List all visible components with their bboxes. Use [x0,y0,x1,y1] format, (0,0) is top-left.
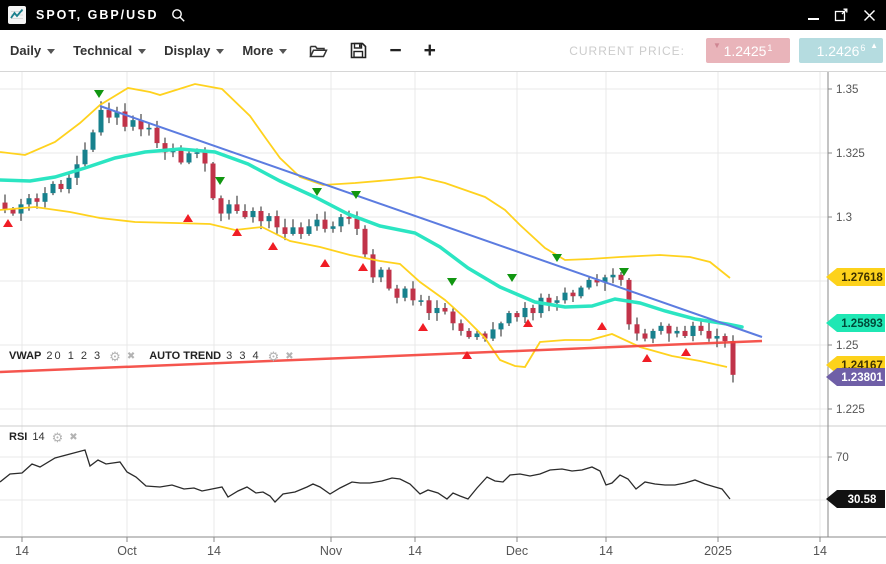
price-badge-value: 30.58 [848,494,877,506]
buy-signal-triangle-icon [642,354,652,362]
indicator-label-vwap: VWAP 20 1 2 3 ⚙ ✖ AUTO TREND 3 3 4 ⚙ ✖ [9,350,294,362]
minimize-button[interactable] [806,8,820,22]
time-axis-label: 14 [408,544,422,558]
rsi-params: 14 [32,431,44,443]
chevron-down-icon [216,49,224,54]
moving-average-line [0,149,742,327]
open-folder-icon[interactable] [309,43,328,59]
buy-signal-triangle-icon [358,263,368,271]
time-axis-label: 14 [813,544,827,558]
vwap-name: VWAP [9,350,41,362]
chart-canvas[interactable]: 1.35 1.325 1.3 1.25 1.225 70 14 Oct 14 Nov 14 Dec 14… [0,71,886,564]
rsi-line [0,450,730,502]
zoom-out-button[interactable]: − [389,41,401,61]
buy-signal-triangle-icon [268,242,278,250]
autotrend-params: 3 3 4 [226,350,260,362]
ask-price-badge: 1.24266 ▲ [799,38,883,63]
menu-technical-label: Technical [73,43,132,58]
time-axis-label: 14 [207,544,221,558]
autotrend-name: AUTO TREND [149,350,221,362]
chevron-down-icon [138,49,146,54]
sell-signal-triangle-icon [215,177,225,185]
popout-button[interactable] [834,8,848,22]
overlay-lines-group [0,84,762,372]
axis-badges-group: 1.276181.258931.241671.2380130.58 [826,268,885,508]
price-axis-label: 1.325 [836,148,865,160]
vwap-params: 20 1 2 3 [46,350,102,362]
price-axis-label: 1.35 [836,84,858,96]
chevron-down-icon [279,49,287,54]
rsi-name: RSI [9,431,27,443]
buy-signal-triangle-icon [320,259,330,267]
buy-signal-triangle-icon [183,214,193,222]
tick-down-icon: ▼ [713,41,721,50]
tick-up-icon: ▲ [870,41,878,50]
price-axis-label: 1.225 [836,404,865,416]
price-badge-value: 1.23801 [841,372,883,384]
buy-signal-triangle-icon [3,219,13,227]
bid-price-value: 1.2425 [724,43,767,59]
zoom-in-button[interactable]: + [424,41,436,61]
close-icon[interactable]: ✖ [127,351,135,362]
menu-more-label: More [242,43,273,58]
price-axis-label: 1.3 [836,212,852,224]
close-icon[interactable] [862,8,876,22]
sell-signal-triangle-icon [447,278,457,286]
bid-pip-digit: 1 [767,43,772,53]
buy-signal-triangle-icon [681,348,691,356]
indicator-label-rsi: RSI 14 ⚙ ✖ [9,431,78,443]
time-axis-label: 2025 [704,544,732,558]
axes-group: 1.35 1.325 1.3 1.25 1.225 70 14 Oct 14 Nov 14 Dec 14… [0,72,886,558]
app-logo-icon [8,6,26,24]
menu-technical[interactable]: Technical [73,43,146,58]
current-price-area: CURRENT PRICE: ▼ 1.24251 1.24266 ▲ [569,38,886,63]
sell-signal-triangle-icon [94,90,104,98]
gear-icon[interactable]: ⚙ [52,432,64,443]
ask-pip-digit: 6 [860,43,865,53]
price-badge-value: 1.25893 [841,318,883,330]
time-axis-label: Dec [506,544,528,558]
price-chart-svg[interactable]: 1.35 1.325 1.3 1.25 1.225 70 14 Oct 14 Nov 14 Dec 14… [0,71,886,564]
menu-display[interactable]: Display [164,43,224,58]
title-bar: SPOT, GBP/USD [0,0,886,30]
chevron-down-icon [47,49,55,54]
toolbar: Daily Technical Display More [0,30,886,72]
price-badge-value: 1.27618 [841,272,883,284]
time-axis-label: Oct [117,544,137,558]
save-icon[interactable] [350,42,367,59]
buy-signal-triangle-icon [418,323,428,331]
window-title: SPOT, GBP/USD [36,8,159,22]
close-icon[interactable]: ✖ [285,351,293,362]
rsi-group [0,450,730,502]
time-axis-label: 14 [599,544,613,558]
gear-icon[interactable]: ⚙ [109,351,121,362]
window-controls [806,8,886,22]
price-axis-label: 1.25 [836,340,858,352]
close-icon[interactable]: ✖ [69,432,77,443]
gear-icon[interactable]: ⚙ [268,351,280,362]
menu-daily[interactable]: Daily [10,43,55,58]
signal-triangles-group [3,90,691,362]
menu-more[interactable]: More [242,43,287,58]
time-axis-label: 14 [15,544,29,558]
menu-daily-label: Daily [10,43,41,58]
chart-app-window: SPOT, GBP/USD [0,0,886,564]
bid-price-badge: ▼ 1.24251 [706,38,790,63]
search-icon[interactable] [171,8,186,23]
time-axis-label: Nov [320,544,343,558]
ask-price-value: 1.2426 [817,43,860,59]
current-price-label: CURRENT PRICE: [569,44,685,58]
rsi-axis-label: 70 [836,452,849,464]
menu-display-label: Display [164,43,210,58]
